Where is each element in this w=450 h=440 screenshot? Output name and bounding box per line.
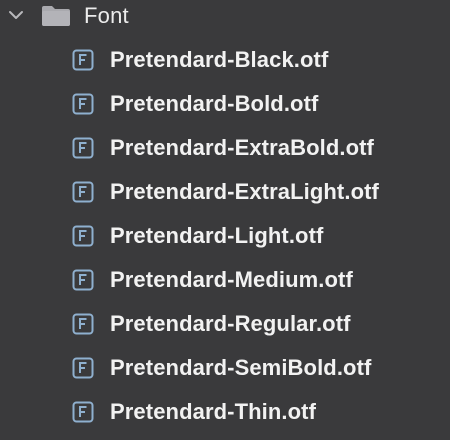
font-file-icon (72, 137, 94, 159)
file-label: Pretendard-Black.otf (110, 47, 329, 72)
file-row[interactable]: Pretendard-Black.otf (0, 42, 450, 78)
font-file-icon (72, 313, 94, 335)
file-row[interactable]: Pretendard-Regular.otf (0, 306, 450, 342)
folder-icon (40, 4, 72, 28)
font-file-icon (72, 49, 94, 71)
file-row[interactable]: Pretendard-ExtraLight.otf (0, 174, 450, 210)
file-row[interactable]: Pretendard-ExtraBold.otf (0, 130, 450, 166)
file-label: Pretendard-Thin.otf (110, 399, 317, 424)
font-file-icon (72, 357, 94, 379)
file-label: Pretendard-ExtraLight.otf (110, 179, 379, 204)
chevron-down-icon[interactable] (8, 7, 24, 23)
font-file-icon (72, 269, 94, 291)
file-label: Pretendard-Medium.otf (110, 267, 353, 292)
file-tree: Font Pretendard-Black.otf Pretendard-Bol… (0, 0, 450, 440)
file-label: Pretendard-SemiBold.otf (110, 355, 372, 380)
folder-label: Font (84, 3, 129, 28)
font-file-icon (72, 181, 94, 203)
file-row[interactable]: Pretendard-Thin.otf (0, 394, 450, 430)
file-row[interactable]: Pretendard-Medium.otf (0, 262, 450, 298)
file-label: Pretendard-Regular.otf (110, 311, 351, 336)
file-row[interactable]: Pretendard-Light.otf (0, 218, 450, 254)
file-label: Pretendard-Bold.otf (110, 91, 319, 116)
file-row[interactable]: Pretendard-Bold.otf (0, 86, 450, 122)
folder-row-font[interactable]: Font (0, 0, 450, 32)
file-row[interactable]: Pretendard-SemiBold.otf (0, 350, 450, 386)
font-file-icon (72, 225, 94, 247)
font-file-icon (72, 93, 94, 115)
file-label: Pretendard-Light.otf (110, 223, 324, 248)
font-file-icon (72, 401, 94, 423)
file-label: Pretendard-ExtraBold.otf (110, 135, 374, 160)
